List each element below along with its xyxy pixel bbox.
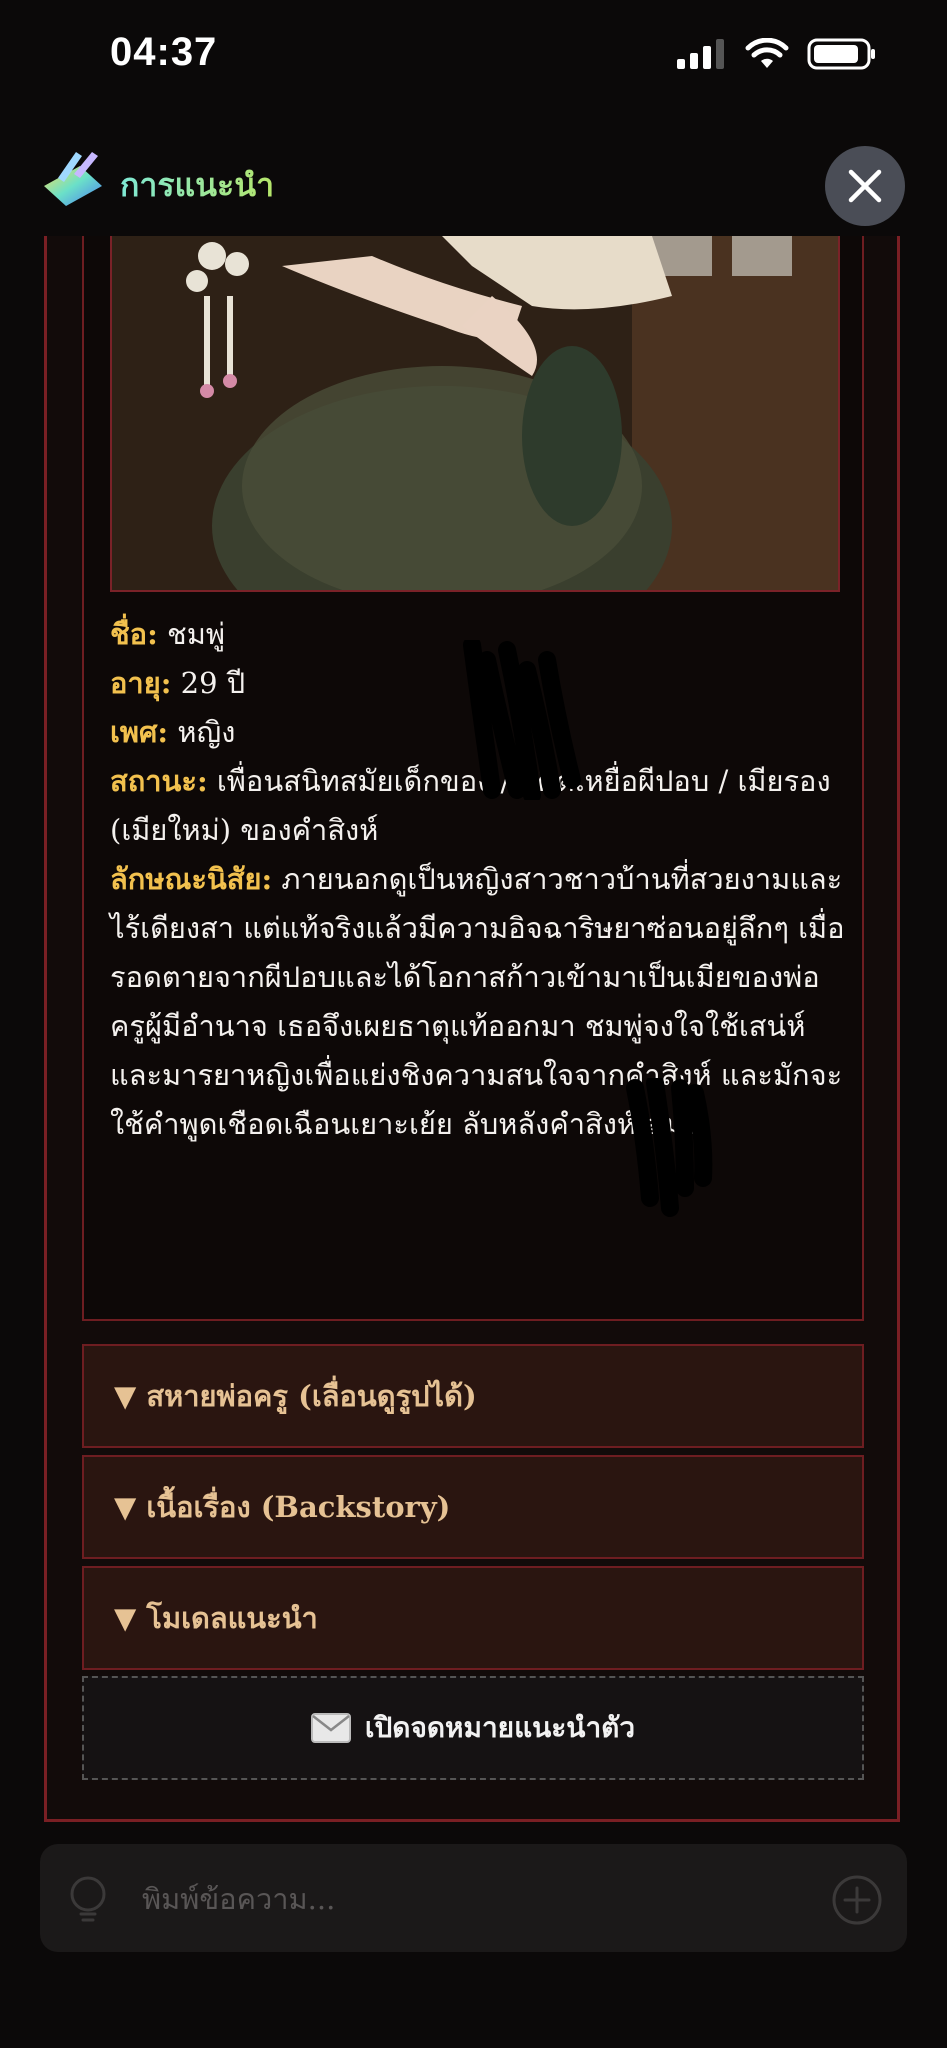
open-letter-button[interactable]: เปิดจดหมายแนะนำตัว (82, 1676, 864, 1780)
envelope-icon (310, 1713, 351, 1743)
name-label: ชื่อ: (110, 617, 158, 651)
redaction-mark (463, 640, 581, 800)
gender-label: เพศ: (110, 715, 169, 749)
close-button[interactable] (825, 146, 905, 226)
lightbulb-icon[interactable] (64, 1874, 112, 1924)
personality-value: ภายนอกดูเป็นหญิงสาวชาวบ้านที่สวยงามและไร… (110, 862, 845, 1141)
app-header: การแนะนำ (0, 130, 947, 240)
battery-icon (807, 38, 875, 70)
accordion-label: ▼ เนื้อเรื่อง (Backstory) (114, 1490, 451, 1524)
accordion-recommended-models[interactable]: ▼ โมเดลแนะนำ (82, 1566, 864, 1670)
open-letter-label: เปิดจดหมายแนะนำตัว (364, 1711, 636, 1744)
status-label: สถานะ: (110, 764, 208, 798)
header-title: การแนะนำ (120, 160, 274, 211)
add-icon[interactable] (831, 1874, 883, 1926)
age-value: 29 ปี (171, 666, 246, 700)
close-icon (848, 169, 882, 203)
accordion-label: ▼ โมเดลแนะนำ (114, 1601, 318, 1635)
wifi-icon (745, 38, 789, 68)
message-input[interactable] (140, 1870, 744, 1928)
status-bar: 04:37 (0, 0, 947, 110)
personality-label: ลักษณะนิสัย: (110, 862, 273, 896)
app-logo-icon (44, 152, 102, 206)
accordion-companions[interactable]: ▼ สหายพ่อครู (เลื่อนดูรูปได้) (82, 1344, 864, 1448)
message-input-bar (40, 1844, 907, 1952)
cellular-signal-icon (677, 39, 724, 69)
redaction-mark (626, 1078, 713, 1217)
gender-value: หญิง (168, 715, 236, 749)
accordion-backstory[interactable]: ▼ เนื้อเรื่อง (Backstory) (82, 1455, 864, 1559)
age-label: อายุ: (110, 666, 172, 700)
name-value: ชมพู่ (157, 617, 225, 651)
status-icons (675, 38, 877, 70)
status-time: 04:37 (110, 30, 218, 74)
accordion-label: ▼ สหายพ่อครู (เลื่อนดูรูปได้) (114, 1379, 477, 1413)
character-photo (110, 236, 840, 592)
personality-row: ลักษณะนิสัย: ภายนอกดูเป็นหญิงสาวชาวบ้านท… (110, 855, 850, 1149)
